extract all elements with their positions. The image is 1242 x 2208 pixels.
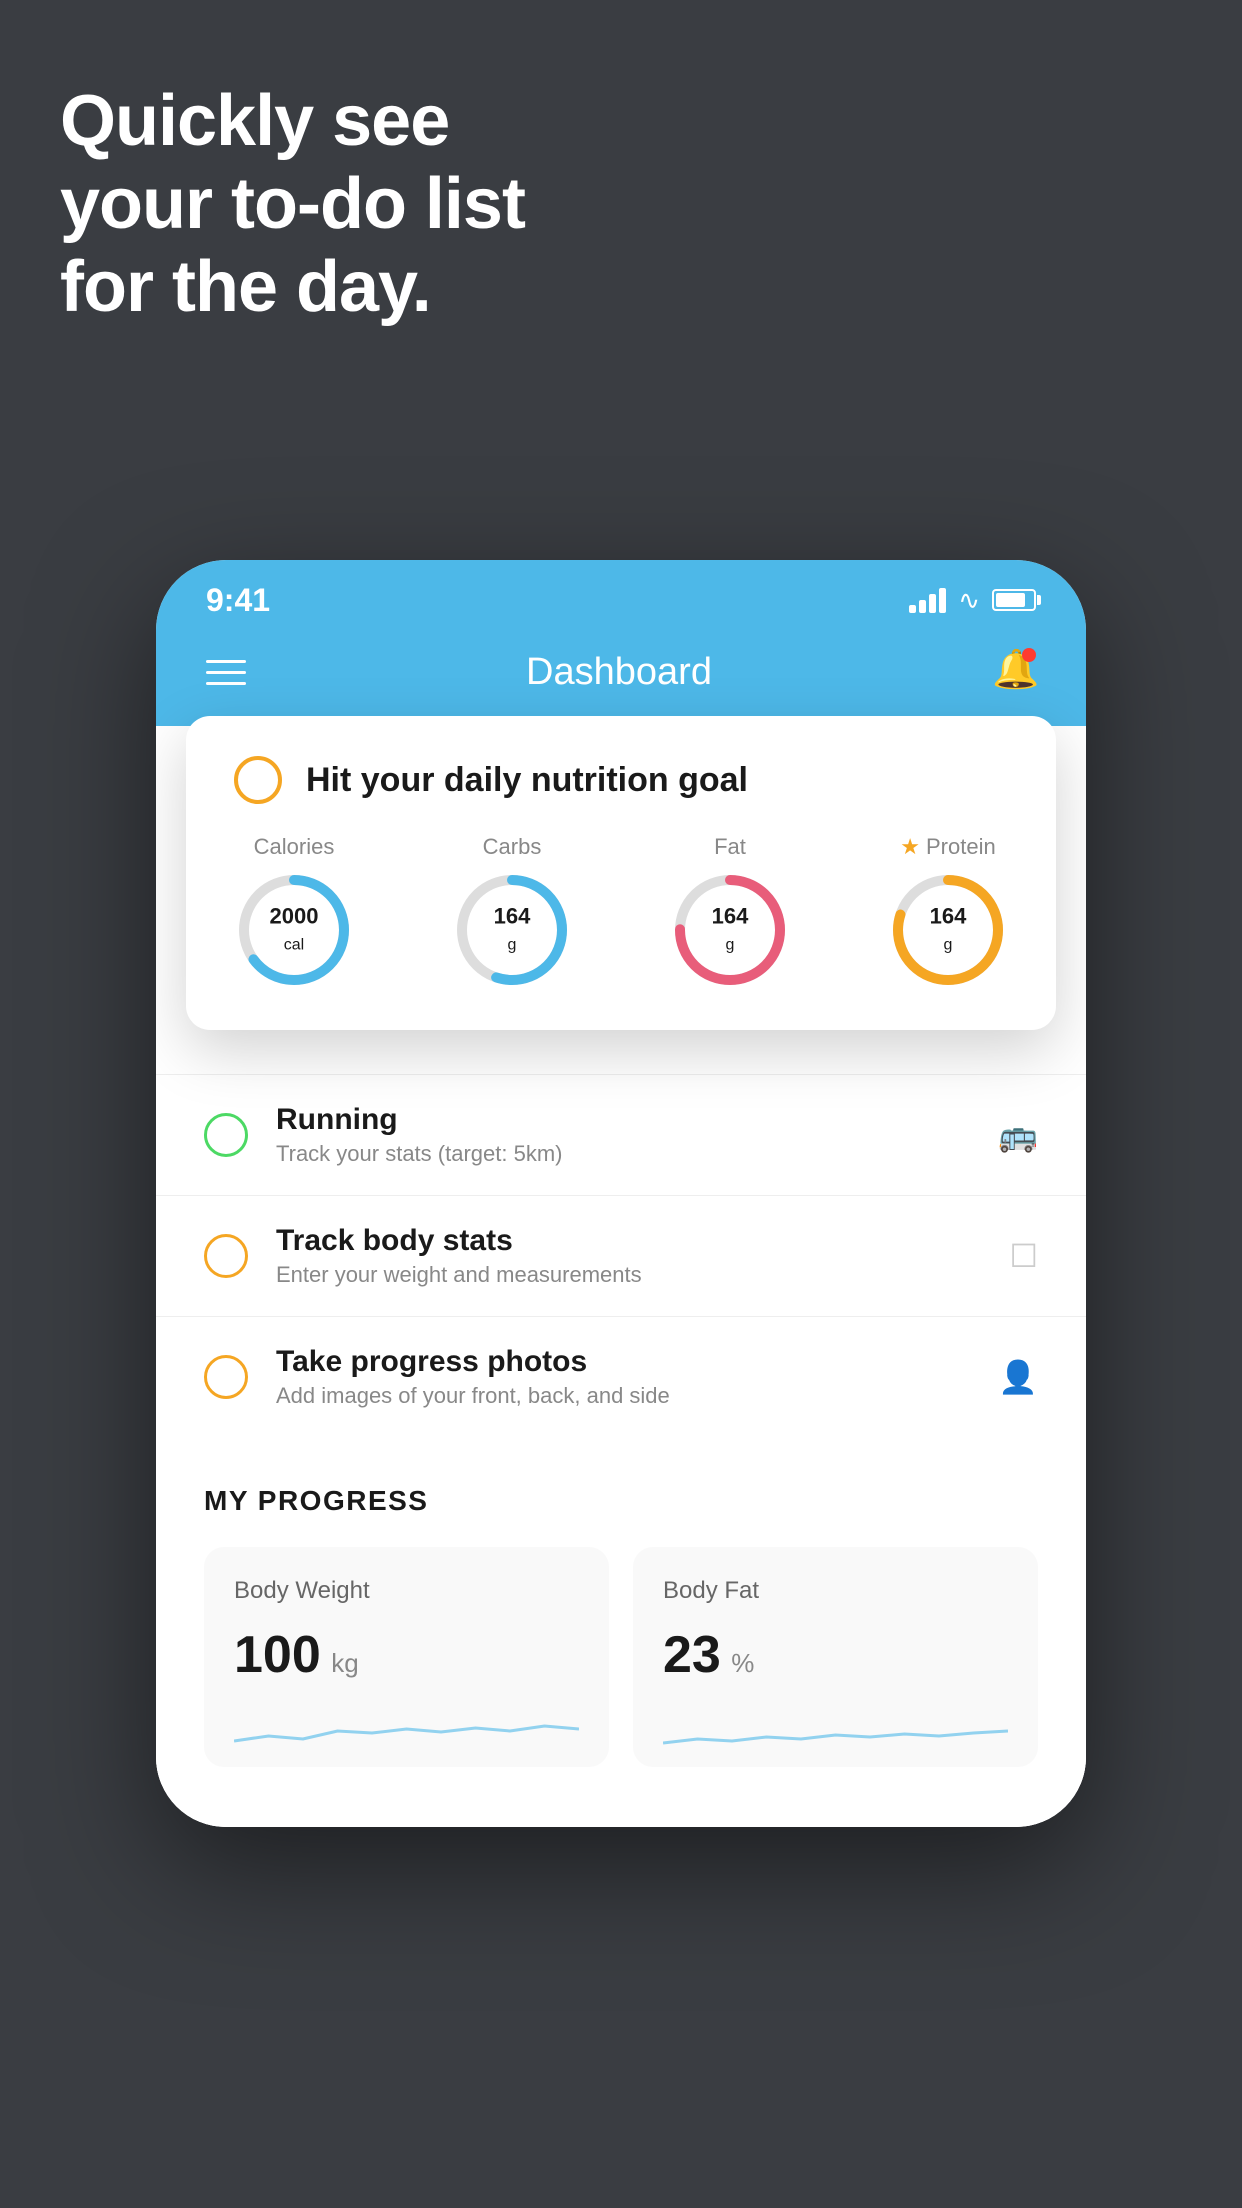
calories-value: 2000 cal xyxy=(270,904,319,957)
person-icon: 👤 xyxy=(998,1358,1038,1396)
nutrition-calories: Calories 2000 cal xyxy=(234,834,354,990)
protein-label: ★ Protein xyxy=(900,834,995,860)
star-icon: ★ xyxy=(900,834,920,860)
signal-bars-icon xyxy=(909,587,946,613)
hero-line3: for the day. xyxy=(60,246,525,329)
battery-icon xyxy=(992,589,1036,611)
calories-label: Calories xyxy=(254,834,335,860)
hero-line1: Quickly see xyxy=(60,80,525,163)
body-weight-unit: kg xyxy=(331,1648,358,1678)
body-weight-card[interactable]: Body Weight 100 kg xyxy=(204,1547,609,1767)
fat-donut: 164 g xyxy=(670,870,790,990)
progress-cards: Body Weight 100 kg Body Fat 23 xyxy=(204,1547,1038,1767)
body-weight-label: Body Weight xyxy=(234,1577,579,1605)
body-stats-subtitle: Enter your weight and measurements xyxy=(276,1262,981,1288)
notification-bell-button[interactable]: 🔔 xyxy=(992,648,1036,696)
photos-title: Take progress photos xyxy=(276,1345,970,1379)
running-subtitle: Track your stats (target: 5km) xyxy=(276,1141,970,1167)
protein-donut: 164 g xyxy=(888,870,1008,990)
status-icons: ∿ xyxy=(909,585,1036,616)
body-stats-title: Track body stats xyxy=(276,1224,981,1258)
calories-donut: 2000 cal xyxy=(234,870,354,990)
protein-value: 164 g xyxy=(930,904,967,957)
carbs-value: 164 g xyxy=(494,904,531,957)
body-fat-sparkline xyxy=(663,1701,1008,1751)
body-fat-value-row: 23 % xyxy=(663,1625,1008,1685)
todo-item-photos[interactable]: Take progress photos Add images of your … xyxy=(156,1316,1086,1437)
card-title-row: Hit your daily nutrition goal xyxy=(234,756,1008,804)
body-stats-checkbox[interactable] xyxy=(204,1234,248,1278)
body-fat-value: 23 xyxy=(663,1626,721,1684)
running-title: Running xyxy=(276,1103,970,1137)
hero-text: Quickly see your to-do list for the day. xyxy=(60,80,525,328)
hamburger-menu-button[interactable] xyxy=(206,660,246,685)
body-fat-card[interactable]: Body Fat 23 % xyxy=(633,1547,1038,1767)
running-checkbox[interactable] xyxy=(204,1113,248,1157)
progress-section: MY PROGRESS Body Weight 100 kg Body xyxy=(156,1437,1086,1767)
body-stats-text: Track body stats Enter your weight and m… xyxy=(276,1224,981,1288)
nutrition-card-title: Hit your daily nutrition goal xyxy=(306,761,748,800)
status-time: 9:41 xyxy=(206,582,270,619)
todo-item-running[interactable]: Running Track your stats (target: 5km) 🚌 xyxy=(156,1074,1086,1195)
nav-title: Dashboard xyxy=(526,651,712,694)
nutrition-carbs: Carbs 164 g xyxy=(452,834,572,990)
todo-list: Running Track your stats (target: 5km) 🚌… xyxy=(156,1074,1086,1437)
photos-checkbox[interactable] xyxy=(204,1355,248,1399)
fat-label: Fat xyxy=(714,834,746,860)
running-shoe-icon: 🚌 xyxy=(998,1116,1038,1154)
phone-mockup: 9:41 ∿ Dashboard 🔔 THINGS TO DO TODAY xyxy=(156,560,1086,1827)
carbs-donut: 164 g xyxy=(452,870,572,990)
nutrition-fat: Fat 164 g xyxy=(670,834,790,990)
nutrition-checkbox[interactable] xyxy=(234,756,282,804)
hero-line2: your to-do list xyxy=(60,163,525,246)
photos-text: Take progress photos Add images of your … xyxy=(276,1345,970,1409)
carbs-label: Carbs xyxy=(483,834,542,860)
nutrition-card: Hit your daily nutrition goal Calories 2… xyxy=(186,716,1056,1030)
progress-heading: MY PROGRESS xyxy=(204,1485,1038,1517)
notification-dot xyxy=(1022,648,1036,662)
wifi-icon: ∿ xyxy=(958,585,980,616)
phone-content: THINGS TO DO TODAY Hit your daily nutrit… xyxy=(156,726,1086,1827)
body-weight-sparkline xyxy=(234,1701,579,1751)
fat-value: 164 g xyxy=(712,904,749,957)
status-bar: 9:41 ∿ xyxy=(156,560,1086,630)
body-weight-value-row: 100 kg xyxy=(234,1625,579,1685)
nutrition-items-row: Calories 2000 cal Carbs xyxy=(234,834,1008,990)
body-weight-value: 100 xyxy=(234,1626,321,1684)
body-fat-label: Body Fat xyxy=(663,1577,1008,1605)
nutrition-protein: ★ Protein 164 g xyxy=(888,834,1008,990)
todo-item-body-stats[interactable]: Track body stats Enter your weight and m… xyxy=(156,1195,1086,1316)
body-fat-unit: % xyxy=(731,1648,754,1678)
running-text: Running Track your stats (target: 5km) xyxy=(276,1103,970,1167)
photos-subtitle: Add images of your front, back, and side xyxy=(276,1383,970,1409)
nav-bar: Dashboard 🔔 xyxy=(156,630,1086,726)
scale-icon: ☐ xyxy=(1009,1237,1038,1275)
